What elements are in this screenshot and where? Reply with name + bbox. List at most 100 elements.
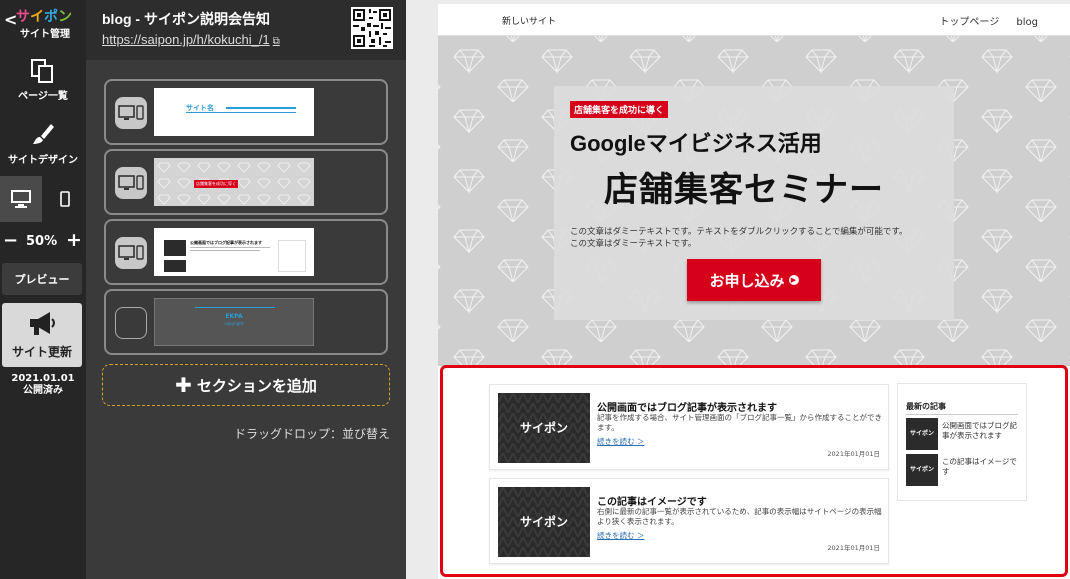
recent-post-item[interactable]: サイポン 公開画面ではブログ記事が表示されます xyxy=(906,418,1020,452)
thumb-footer-copyright: copyright xyxy=(224,321,244,326)
recent-post-item[interactable]: サイポン この記事はイメージです xyxy=(906,454,1020,488)
section-card-footer[interactable]: EKPA copyright xyxy=(104,289,388,355)
device-badge-empty-icon xyxy=(115,307,147,339)
sidebar-divider xyxy=(906,414,1018,415)
thumb-post-image xyxy=(164,240,186,256)
hero-heading-line1: Googleマイビジネス活用 xyxy=(570,131,822,156)
logo-subtitle: サイト管理 xyxy=(20,29,70,40)
publish-info: 2021.01.01 公開済み xyxy=(0,373,86,397)
recent-posts-heading: 最新の記事 xyxy=(906,402,946,411)
post-image-label: サイポン xyxy=(519,421,568,435)
post-excerpt: 記事を作成する場合、サイト管理画面の「ブログ記事一覧」から作成することができます… xyxy=(597,413,882,432)
publish-status: 公開済み xyxy=(23,385,63,396)
site-preview: 新しいサイト トップページ blog 店舗集客を成功に導く Googleマイビジ… xyxy=(438,4,1070,579)
recent-post-thumb: サイポン xyxy=(906,418,938,450)
add-section-button[interactable]: ✚ セクションを追加 xyxy=(102,364,390,406)
zoom-out-button[interactable]: − xyxy=(3,230,18,251)
site-name: 新しいサイト xyxy=(502,17,557,27)
recent-posts-sidebar: 最新の記事 サイポン 公開画面ではブログ記事が表示されます サイポン この記事は… xyxy=(897,383,1027,501)
device-toggle xyxy=(0,176,86,222)
device-badge-icon xyxy=(115,167,147,199)
site-design-button[interactable]: サイトデザイン xyxy=(0,122,86,166)
plus-icon: ✚ xyxy=(175,373,192,397)
thumb-hero-tag: 店舗集客を成功に導く xyxy=(194,180,238,188)
read-more-link[interactable]: 続きを読む ＞ xyxy=(597,530,644,541)
thumb-footer-line xyxy=(195,307,275,308)
blog-thumbnail: 公開画面ではブログ記事が表示されます xyxy=(154,228,314,276)
page-list-button[interactable]: ページ一覧 xyxy=(0,58,86,102)
megaphone-icon xyxy=(30,312,55,335)
nav-item-top[interactable]: トップページ xyxy=(939,17,999,28)
logo-text: サイポン xyxy=(16,8,72,24)
post-image: サイポン xyxy=(498,393,590,463)
device-badge-icon xyxy=(115,237,147,269)
recent-post-thumb: サイポン xyxy=(906,454,938,486)
post-image-label: サイポン xyxy=(519,515,568,529)
site-design-label: サイトデザイン xyxy=(8,155,78,166)
recent-post-title: 公開画面ではブログ記事が表示されます xyxy=(942,421,1017,440)
page-list-label: ページ一覧 xyxy=(18,91,68,102)
zoom-control: − 50% + xyxy=(0,229,86,252)
section-card-blog[interactable]: 公開画面ではブログ記事が表示されます xyxy=(104,219,388,285)
thumb-post-image xyxy=(164,260,186,272)
zoom-level: 50% xyxy=(26,234,58,249)
mobile-icon xyxy=(60,191,70,207)
preview-button[interactable]: プレビュー xyxy=(2,263,82,295)
desktop-icon xyxy=(11,190,31,208)
post-excerpt: 右側に最新の記事一覧が表示されているため、記事の表示幅はサイトページの表示幅より… xyxy=(597,507,882,526)
external-link-icon: ⧉ xyxy=(272,36,280,47)
editor-app: < サイポン サイト管理 ページ一覧 サイトデザイン − 50% + プレビュー… xyxy=(0,0,1070,579)
page-url-link[interactable]: https://saipon.jp/h/kokuchi_/1 ⧉ xyxy=(102,32,280,47)
section-card-hero[interactable]: 店舗集客を成功に導く xyxy=(104,149,388,215)
mobile-view-button[interactable] xyxy=(44,176,86,222)
site-header[interactable]: 新しいサイト トップページ blog xyxy=(438,4,1070,36)
add-section-label: セクションを追加 xyxy=(196,376,317,395)
blog-section-selected[interactable]: サイポン 公開画面ではブログ記事が表示されます 記事を作成する場合、サイト管理画… xyxy=(440,365,1068,577)
read-more-link[interactable]: 続きを読む ＞ xyxy=(597,436,644,447)
post-image: サイポン xyxy=(498,487,590,557)
hero-heading-line2: 店舗集客セミナー xyxy=(604,171,884,209)
apply-button[interactable]: お申し込み ▶ xyxy=(687,259,821,301)
copy-pages-icon xyxy=(31,59,53,83)
drag-hint: ドラッグドロップ：並び替え xyxy=(233,427,390,441)
hero-section[interactable]: 店舗集客を成功に導く Googleマイビジネス活用 店舗集客セミナー この文章は… xyxy=(438,36,1070,366)
post-title[interactable]: この記事はイメージです xyxy=(597,493,707,508)
section-panel: blog - サイポン説明会告知 https://saipon.jp/h/kok… xyxy=(86,0,406,540)
hero-thumbnail: 店舗集客を成功に導く xyxy=(154,158,314,206)
thumb-footer-logo: EKPA xyxy=(225,313,243,320)
brush-icon xyxy=(33,124,54,144)
hero-description: この文章はダミーテキストです。テキストをダブルクリックすることで編集が可能です。… xyxy=(570,227,908,249)
blog-post-card[interactable]: サイポン この記事はイメージです 右側に最新の記事一覧が表示されているため、記事… xyxy=(489,478,889,564)
publish-date: 2021.01.01 xyxy=(11,373,75,384)
left-rail: < サイポン サイト管理 ページ一覧 サイトデザイン − 50% + プレビュー… xyxy=(0,0,86,579)
device-badge-icon xyxy=(115,97,147,129)
site-update-label: サイト更新 xyxy=(11,345,72,359)
zoom-in-button[interactable]: + xyxy=(66,229,82,251)
desktop-view-button[interactable] xyxy=(0,176,42,222)
recent-post-title: この記事はイメージです xyxy=(942,457,1017,476)
blog-post-card[interactable]: サイポン 公開画面ではブログ記事が表示されます 記事を作成する場合、サイト管理画… xyxy=(489,384,889,470)
saipon-logo[interactable]: < サイポン サイト管理 xyxy=(2,4,84,40)
post-date: 2021年01月01日 xyxy=(827,544,880,552)
header-thumbnail: サイト名 xyxy=(154,88,314,136)
thumb-divider xyxy=(186,112,296,113)
panel-header: blog - サイポン説明会告知 https://saipon.jp/h/kok… xyxy=(86,0,406,60)
post-title[interactable]: 公開画面ではブログ記事が表示されます xyxy=(597,399,777,414)
footer-thumbnail: EKPA copyright xyxy=(154,298,314,346)
apply-label: お申し込み xyxy=(709,271,785,290)
nav-item-blog[interactable]: blog xyxy=(1016,17,1038,28)
thumb-post-title: 公開画面ではブログ記事が表示されます xyxy=(190,240,262,245)
thumb-sidebar xyxy=(278,240,306,272)
thumb-nav-line xyxy=(226,107,296,109)
thumb-text-line xyxy=(190,247,270,248)
post-date: 2021年01月01日 xyxy=(827,450,880,458)
hero-content-box: 店舗集客を成功に導く Googleマイビジネス活用 店舗集客セミナー この文章は… xyxy=(554,86,954,320)
section-card-header[interactable]: サイト名 xyxy=(104,79,388,145)
hero-tag: 店舗集客を成功に導く xyxy=(570,101,669,118)
preview-canvas: 新しいサイト トップページ blog 店舗集客を成功に導く Googleマイビジ… xyxy=(406,0,1070,579)
play-arrow-icon: ▶ xyxy=(788,275,799,285)
qr-code-icon[interactable] xyxy=(351,7,393,49)
site-update-button[interactable]: サイト更新 xyxy=(2,303,82,367)
thumb-text-line xyxy=(190,250,260,251)
page-title: blog - サイポン説明会告知 xyxy=(102,11,270,27)
